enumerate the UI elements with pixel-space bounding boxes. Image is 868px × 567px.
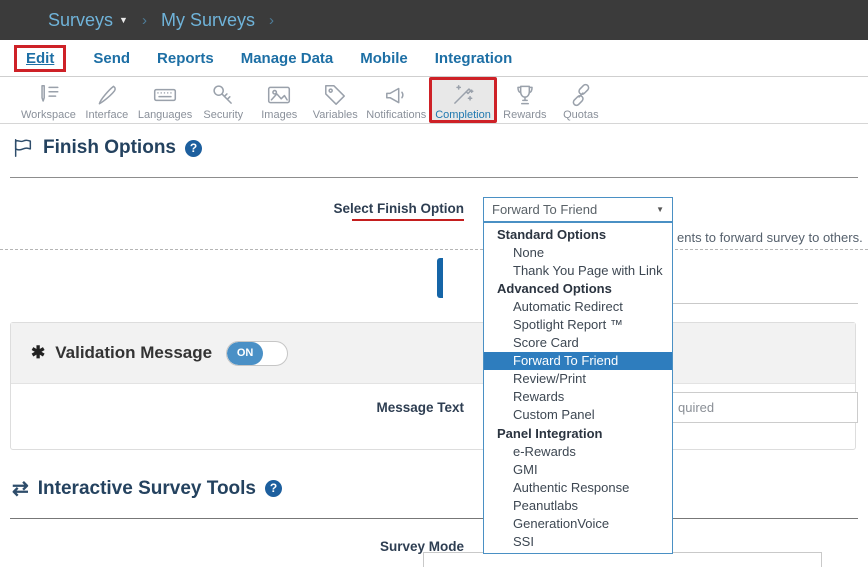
- partially-hidden-button[interactable]: [437, 258, 443, 298]
- help-icon[interactable]: ?: [185, 140, 202, 157]
- dropdown-option[interactable]: Automatic Redirect: [484, 297, 672, 315]
- pencil-list-icon: [35, 82, 61, 108]
- divider: [10, 518, 858, 519]
- toolbar-item-workspace[interactable]: Workspace: [18, 77, 79, 123]
- page: Surveys ▼ › My Surveys › Edit Send Reports…: [0, 0, 868, 567]
- toolbar-item-images[interactable]: Images: [251, 77, 307, 123]
- toolbar-item-label: Interface: [85, 109, 128, 121]
- dashed-divider: [0, 249, 868, 250]
- toolbar-item-languages[interactable]: Languages: [135, 77, 195, 123]
- toolbar-item-label: Workspace: [21, 109, 76, 121]
- validation-panel-header: ✱ Validation Message ON: [11, 323, 855, 384]
- dropdown-option[interactable]: Peanutlabs: [484, 496, 672, 514]
- dropdown-group-header: Panel Integration: [484, 424, 672, 442]
- chevron-right-icon: ›: [269, 12, 274, 29]
- swap-arrows-icon: ⇄: [12, 476, 29, 501]
- validation-title-text: Validation Message: [55, 343, 212, 363]
- toolbar-item-rewards[interactable]: Rewards: [497, 77, 553, 123]
- toolbar-item-security[interactable]: Security: [195, 77, 251, 123]
- help-text-fragment: ents to forward survey to others.: [677, 230, 863, 245]
- select-value: Forward To Friend: [492, 202, 597, 217]
- chain-icon: [568, 82, 594, 108]
- menu-item-label: Send: [93, 50, 130, 67]
- dropdown-option[interactable]: Rewards: [484, 388, 672, 406]
- dropdown-option[interactable]: Custom Panel: [484, 406, 672, 424]
- toolbar-item-label: Notifications: [366, 109, 426, 121]
- dropdown-option[interactable]: e-Rewards: [484, 442, 672, 460]
- validation-toggle[interactable]: ON: [226, 341, 288, 366]
- dropdown-group-header: Advanced Options: [484, 279, 672, 297]
- toolbar-item-label: Languages: [138, 109, 192, 121]
- validation-message-panel: ✱ Validation Message ON: [10, 322, 856, 450]
- help-icon[interactable]: ?: [265, 480, 282, 497]
- toolbar-item-completion[interactable]: Completion: [429, 77, 497, 123]
- dropdown-option[interactable]: Score Card: [484, 334, 672, 352]
- breadcrumb-surveys[interactable]: Surveys: [48, 10, 113, 31]
- toolbar-item-notifications[interactable]: Notifications: [363, 77, 429, 123]
- dropdown-option[interactable]: Spotlight Report ™: [484, 315, 672, 333]
- toolbar-item-interface[interactable]: Interface: [79, 77, 135, 123]
- survey-mode-control[interactable]: [423, 552, 822, 567]
- finish-option-select[interactable]: Forward To Friend ▼: [483, 197, 673, 222]
- toolbar-item-label: Variables: [313, 109, 358, 121]
- menu-item-manage-data[interactable]: Manage Data: [241, 50, 334, 67]
- dropdown-option[interactable]: None: [484, 243, 672, 261]
- chevron-right-icon: ›: [142, 12, 147, 29]
- keyboard-icon: [152, 82, 178, 108]
- red-underline-annotation: [352, 219, 464, 221]
- toolbar-item-label: Quotas: [563, 109, 598, 121]
- dropdown-option[interactable]: GMI: [484, 460, 672, 478]
- menu-bar: Edit Send Reports Manage Data Mobile Integrat…: [0, 40, 868, 77]
- brush-icon: [94, 82, 120, 108]
- finish-option-dropdown-list: Standard OptionsNoneThank You Page with …: [483, 222, 673, 554]
- toolbar-item-label: Security: [203, 109, 243, 121]
- menu-item-edit[interactable]: Edit: [14, 45, 66, 72]
- caret-down-icon[interactable]: ▼: [119, 15, 128, 25]
- key-icon: [210, 82, 236, 108]
- toolbar-item-label: Completion: [435, 109, 491, 121]
- toolbar-item-variables[interactable]: Variables: [307, 77, 363, 123]
- wand-icon: [450, 82, 476, 108]
- toolbar-item-label: Rewards: [503, 109, 546, 121]
- dropdown-group-header: Standard Options: [484, 225, 672, 243]
- menu-item-label: Integration: [435, 50, 513, 67]
- divider: [672, 303, 858, 304]
- toggle-on-label: ON: [227, 342, 263, 365]
- section-title-text: Interactive Survey Tools: [38, 478, 256, 500]
- message-text-label: Message Text: [264, 400, 464, 415]
- toolbar-item-quotas[interactable]: Quotas: [553, 77, 609, 123]
- tag-icon: [322, 82, 348, 108]
- menu-item-mobile[interactable]: Mobile: [360, 50, 408, 67]
- menu-item-label: Manage Data: [241, 50, 334, 67]
- trophy-icon: [512, 82, 538, 108]
- section-title-text: Finish Options: [43, 137, 176, 159]
- breadcrumb: Surveys ▼ › My Surveys ›: [0, 0, 868, 40]
- icon-toolbar: Workspace Interface Languages Security Image…: [0, 77, 868, 124]
- flag-icon: [12, 137, 34, 159]
- menu-item-integration[interactable]: Integration: [435, 50, 513, 67]
- finish-option-help-text: ents to forward survey to others. ?: [677, 229, 868, 245]
- validation-message-title: ✱ Validation Message ON: [31, 341, 288, 366]
- select-finish-option-label: Select Finish Option: [264, 201, 464, 216]
- menu-item-label: Edit: [26, 50, 54, 67]
- breadcrumb-my-surveys[interactable]: My Surveys: [161, 10, 255, 31]
- dropdown-option[interactable]: SSI: [484, 533, 672, 551]
- interactive-survey-tools-title: ⇄ Interactive Survey Tools ?: [12, 476, 282, 501]
- menu-item-label: Reports: [157, 50, 214, 67]
- dropdown-option[interactable]: Thank You Page with Link: [484, 261, 672, 279]
- select-arrow-icon: ▼: [656, 205, 664, 214]
- menu-item-send[interactable]: Send: [93, 50, 130, 67]
- menu-item-reports[interactable]: Reports: [157, 50, 214, 67]
- finish-options-title: Finish Options ?: [12, 137, 202, 159]
- megaphone-icon: [383, 82, 409, 108]
- toolbar-item-label: Images: [261, 109, 297, 121]
- dropdown-option[interactable]: Forward To Friend: [484, 352, 672, 370]
- divider: [10, 177, 858, 178]
- dropdown-option[interactable]: GenerationVoice: [484, 515, 672, 533]
- asterisk-icon: ✱: [31, 343, 45, 363]
- dropdown-option[interactable]: Review/Print: [484, 370, 672, 388]
- dropdown-option[interactable]: Authentic Response: [484, 478, 672, 496]
- image-icon: [266, 82, 292, 108]
- menu-item-label: Mobile: [360, 50, 408, 67]
